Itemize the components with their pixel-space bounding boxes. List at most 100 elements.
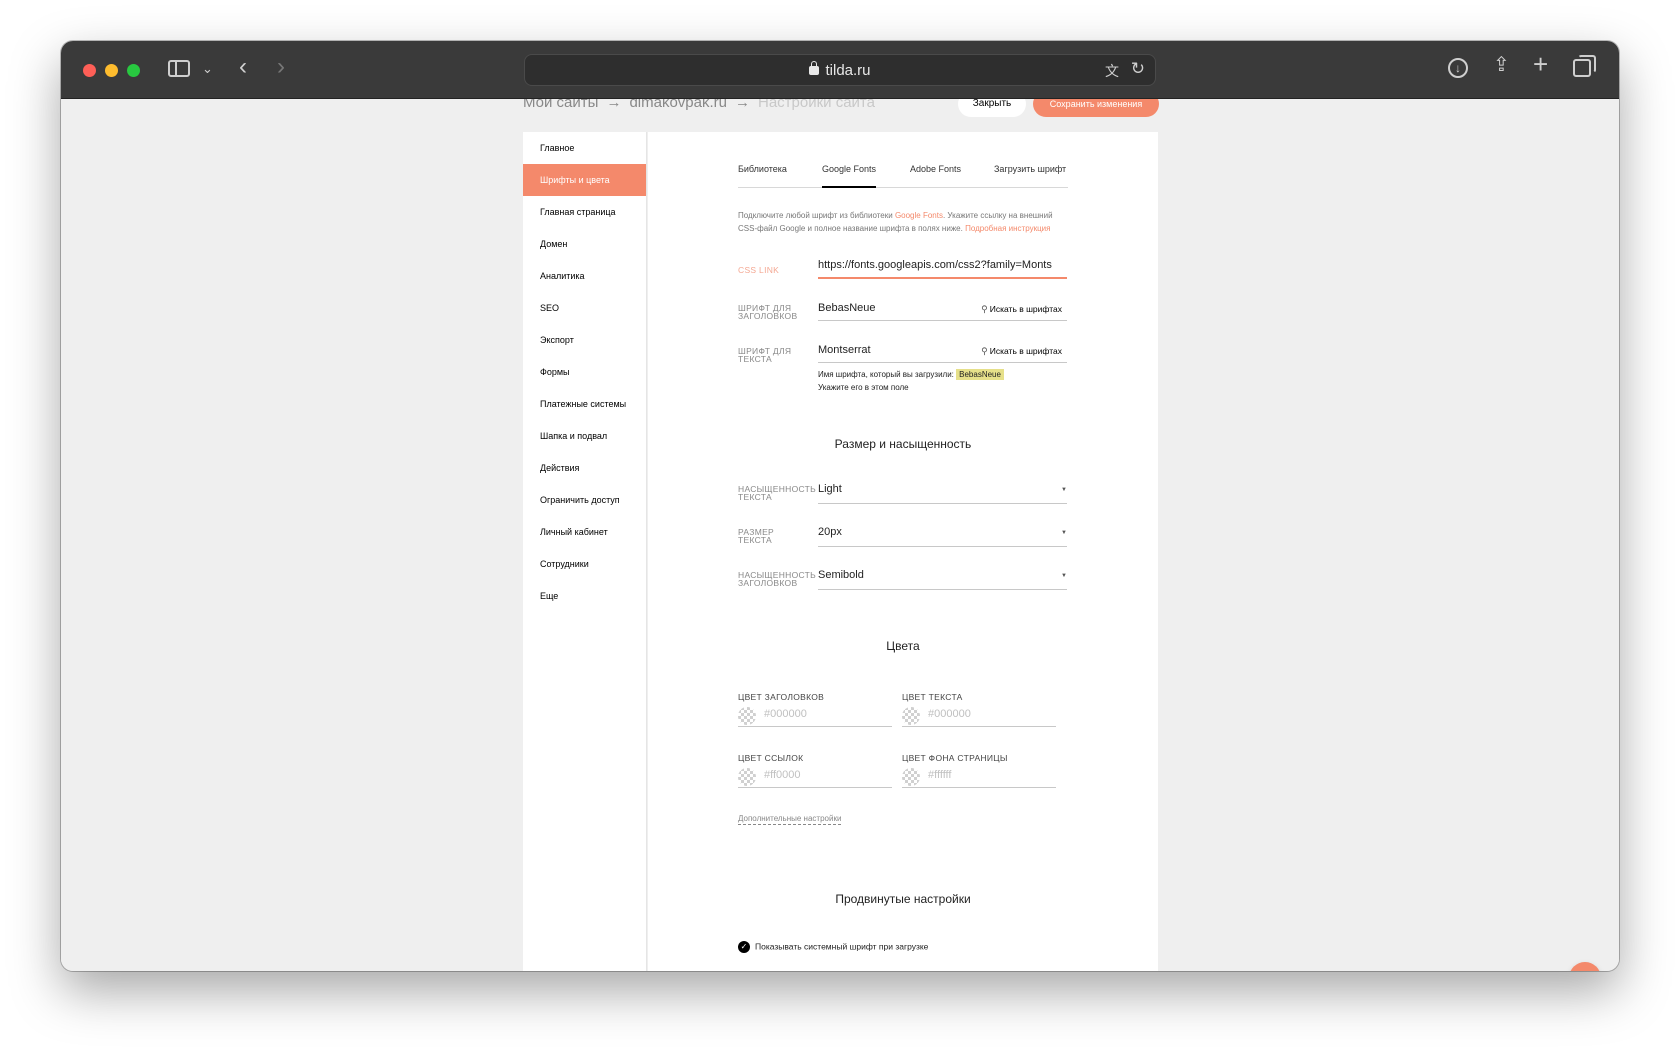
tab-library[interactable]: Библиотека	[738, 164, 787, 186]
plus-icon[interactable]: +	[1533, 51, 1548, 77]
chevron-down-icon: ▼	[1061, 487, 1067, 493]
text-font-search-button[interactable]: ⚲ Искать в шрифтах	[981, 346, 1062, 357]
sidebar-item-seo[interactable]: SEO	[523, 292, 646, 324]
sidebar-item-home-page[interactable]: Главная страница	[523, 196, 646, 228]
heading-font-label: ШРИФТ ДЛЯ ЗАГОЛОВКОВ	[738, 304, 798, 321]
breadcrumb-site[interactable]: dimakovpak.ru	[629, 99, 727, 111]
instructions-link[interactable]: Подробная инструкция	[965, 224, 1050, 233]
sidebar-item-payments[interactable]: Платежные системы	[523, 388, 646, 420]
help-button[interactable]: ?	[1569, 962, 1601, 971]
transparent-swatch-icon[interactable]	[738, 707, 756, 725]
save-changes-button[interactable]: Сохранить изменения	[1033, 99, 1159, 117]
description-text: Подключите любой шрифт из библиотеки	[738, 211, 895, 220]
sidebar-item-account[interactable]: Личный кабинет	[523, 516, 646, 548]
transparent-swatch-icon[interactable]	[902, 768, 920, 786]
sidebar-item-restrict-access[interactable]: Ограничить доступ	[523, 484, 646, 516]
size-section-title: Размер и насыщенность	[834, 437, 972, 451]
close-window-button[interactable]	[83, 64, 96, 77]
breadcrumb-current: Настройки сайта	[757, 99, 875, 111]
sidebar-item-main[interactable]: Главное	[523, 132, 646, 164]
tabs-icon[interactable]	[1573, 55, 1596, 77]
sidebar-item-team[interactable]: Сотрудники	[523, 548, 646, 580]
sidebar-item-forms[interactable]: Формы	[523, 356, 646, 388]
page-viewport: Мои сайты → dimakovpak.ru → Настройки сайта …	[61, 99, 1619, 971]
breadcrumb: Мои сайты → dimakovpak.ru → Настройки сайта	[523, 99, 875, 111]
system-font-label: Показывать системный шрифт при загрузке	[755, 941, 929, 952]
link-color-label: ЦВЕТ ССЫЛОК	[738, 753, 804, 763]
heading-weight-label: НАСЫЩЕННОСТЬ ЗАГОЛОВКОВ	[738, 571, 816, 588]
transparent-swatch-icon[interactable]	[738, 768, 756, 786]
translate-icon[interactable]: 文	[1105, 61, 1119, 81]
download-icon[interactable]: ↓	[1448, 58, 1468, 78]
google-fonts-description: Подключите любой шрифт из библиотеки Goo…	[738, 209, 1068, 235]
bg-color-field[interactable]: #ffffff	[902, 766, 1056, 788]
heading-weight-select[interactable]: Semibold ▼	[818, 569, 1067, 590]
chevron-down-icon: ▼	[1061, 530, 1067, 536]
back-icon[interactable]: ‹	[239, 55, 247, 79]
text-font-label-line: ТЕКСТА	[738, 354, 772, 364]
search-icon: ⚲	[981, 346, 988, 356]
text-size-label-line: ТЕКСТА	[738, 535, 772, 545]
address-bar[interactable]: tilda.ru 文 ↻	[524, 54, 1156, 86]
forward-icon[interactable]: ›	[277, 55, 285, 79]
bg-color-value: #ffffff	[928, 769, 952, 781]
advanced-section-title: Продвинутые настройки	[835, 892, 971, 906]
css-link-label: CSS LINK	[738, 265, 780, 275]
chevron-down-icon: ▼	[1061, 573, 1067, 579]
text-weight-select[interactable]: Light ▼	[818, 483, 1067, 504]
url-text: tilda.ru	[825, 62, 871, 79]
heading-weight-label-line: ЗАГОЛОВКОВ	[738, 578, 798, 588]
heading-font-value: BebasNeue	[818, 302, 876, 314]
close-button[interactable]: Закрыть	[958, 99, 1026, 117]
reload-icon[interactable]: ↻	[1131, 59, 1145, 79]
sidebar-item-header-footer[interactable]: Шапка и подвал	[523, 420, 646, 452]
google-fonts-link[interactable]: Google Fonts	[895, 211, 943, 220]
colors-section-title: Цвета	[886, 639, 920, 653]
extra-settings-link[interactable]: Дополнительные настройки	[738, 814, 842, 825]
tab-adobe-fonts[interactable]: Adobe Fonts	[910, 164, 961, 186]
search-label: Искать в шрифтах	[989, 304, 1062, 314]
heading-color-field[interactable]: #000000	[738, 705, 892, 727]
link-color-field[interactable]: #ff0000	[738, 766, 892, 788]
browser-window: ⌄ ‹ › tilda.ru 文 ↻ ↓ ⇪ + Мои сайты → dimak…	[61, 41, 1619, 971]
sidebar-item-actions[interactable]: Действия	[523, 452, 646, 484]
text-color-field[interactable]: #000000	[902, 705, 1056, 727]
sidebar-item-more[interactable]: Еще	[523, 580, 646, 612]
sidebar-item-export[interactable]: Экспорт	[523, 324, 646, 356]
browser-toolbar: ⌄ ‹ › tilda.ru 文 ↻ ↓ ⇪ +	[61, 41, 1619, 99]
checkmark-icon[interactable]: ✓	[738, 941, 750, 953]
breadcrumb-separator: →	[606, 99, 622, 111]
sidebar-item-domain[interactable]: Домен	[523, 228, 646, 260]
zoom-window-button[interactable]	[127, 64, 140, 77]
sidebar-icon[interactable]	[168, 60, 190, 77]
lock-icon	[809, 61, 820, 75]
heading-font-label-line: ЗАГОЛОВКОВ	[738, 311, 798, 321]
uploaded-font-tag[interactable]: BebasNeue	[956, 369, 1004, 380]
sidebar-item-analytics[interactable]: Аналитика	[523, 260, 646, 292]
search-icon: ⚲	[981, 304, 988, 314]
tab-upload-font[interactable]: Загрузить шрифт	[994, 164, 1066, 186]
sidebar-item-fonts-colors[interactable]: Шрифты и цвета	[523, 164, 646, 196]
system-font-option[interactable]: ✓ Показывать системный шрифт при загрузке	[738, 941, 928, 953]
minimize-window-button[interactable]	[105, 64, 118, 77]
transparent-swatch-icon[interactable]	[902, 707, 920, 725]
text-font-input[interactable]: Montserrat ⚲ Искать в шрифтах	[818, 344, 1067, 363]
text-size-value: 20px	[818, 526, 842, 538]
text-font-value: Montserrat	[818, 344, 871, 356]
breadcrumb-sites[interactable]: Мои сайты	[523, 99, 598, 111]
breadcrumb-separator: →	[734, 99, 750, 111]
text-font-label: ШРИФТ ДЛЯ ТЕКСТА	[738, 347, 791, 364]
heading-font-input[interactable]: BebasNeue ⚲ Искать в шрифтах	[818, 302, 1067, 321]
share-icon[interactable]: ⇪	[1493, 55, 1510, 75]
hint-text: Имя шрифта, который вы загрузили:	[818, 370, 957, 379]
text-size-label: РАЗМЕР ТЕКСТА	[738, 528, 774, 545]
text-size-select[interactable]: 20px ▼	[818, 526, 1067, 547]
chevron-down-icon[interactable]: ⌄	[202, 59, 213, 79]
heading-font-search-button[interactable]: ⚲ Искать в шрифтах	[981, 304, 1062, 315]
font-source-tabs: Библиотека Google Fonts Adobe Fonts Загр…	[738, 164, 1068, 188]
bg-color-label: ЦВЕТ ФОНА СТРАНИЦЫ	[902, 753, 1008, 763]
heading-color-value: #000000	[764, 708, 807, 720]
tab-google-fonts[interactable]: Google Fonts	[822, 164, 877, 188]
hint-text: Укажите его в этом поле	[818, 383, 909, 392]
css-link-input[interactable]: https://fonts.googleapis.com/css2?family…	[818, 259, 1067, 279]
